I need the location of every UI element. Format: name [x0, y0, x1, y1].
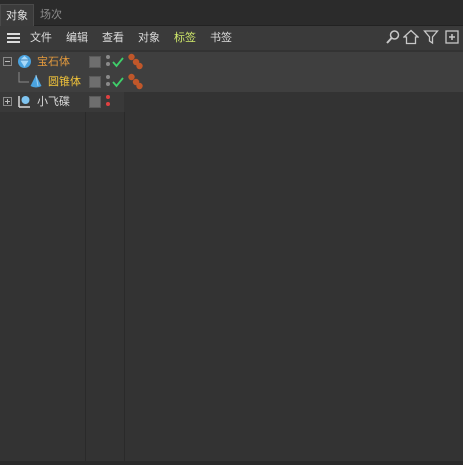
expand-icon[interactable] [3, 97, 12, 106]
tab-objects[interactable]: 对象 [0, 4, 34, 26]
menu-object[interactable]: 对象 [138, 30, 160, 46]
column-divider[interactable] [85, 112, 86, 461]
visibility-toggle[interactable] [89, 96, 101, 108]
menu-tags[interactable]: 标签 [174, 30, 196, 46]
enabled-check-icon[interactable] [112, 56, 124, 68]
light-object-icon [18, 96, 30, 108]
menu-view[interactable]: 查看 [102, 30, 124, 46]
enabled-check-icon[interactable] [112, 76, 124, 88]
menu-bookmarks[interactable]: 书签 [210, 30, 232, 46]
material-spheres-icon[interactable] [127, 73, 144, 90]
object-manager: 对象 场次 文件 编辑 查看 对象 标签 书签 宝石体 圆锥体 小飞碟 [0, 0, 463, 465]
tab-bar: 对象 场次 [0, 0, 463, 26]
new-window-icon[interactable] [444, 29, 460, 45]
bottom-edge [0, 461, 463, 465]
tree-row-ufo[interactable]: 小飞碟 [0, 92, 124, 112]
object-tree: 宝石体 圆锥体 小飞碟 [0, 50, 463, 461]
menu-edit[interactable]: 编辑 [66, 30, 88, 46]
gem-object-icon [18, 55, 31, 68]
render-dots-icon[interactable] [106, 95, 112, 109]
visibility-toggle[interactable] [89, 76, 101, 88]
hamburger-menu-icon[interactable] [7, 33, 20, 43]
column-divider[interactable] [124, 112, 125, 461]
object-name-cone[interactable]: 圆锥体 [48, 75, 81, 89]
filter-icon[interactable] [423, 29, 439, 45]
home-icon[interactable] [403, 29, 419, 45]
tab-takes[interactable]: 场次 [35, 4, 67, 25]
object-name-ufo[interactable]: 小飞碟 [37, 95, 70, 109]
visibility-toggle[interactable] [89, 56, 101, 68]
cone-object-icon [30, 74, 42, 88]
search-icon[interactable] [385, 29, 401, 45]
collapse-icon[interactable] [3, 57, 12, 66]
tree-row-cone[interactable]: 圆锥体 [0, 72, 463, 92]
menu-bar: 文件 编辑 查看 对象 标签 书签 [0, 26, 463, 50]
material-spheres-icon[interactable] [127, 53, 144, 70]
tree-row-gem[interactable]: 宝石体 [0, 52, 463, 72]
object-name-gem[interactable]: 宝石体 [37, 55, 70, 69]
menu-file[interactable]: 文件 [30, 30, 52, 46]
